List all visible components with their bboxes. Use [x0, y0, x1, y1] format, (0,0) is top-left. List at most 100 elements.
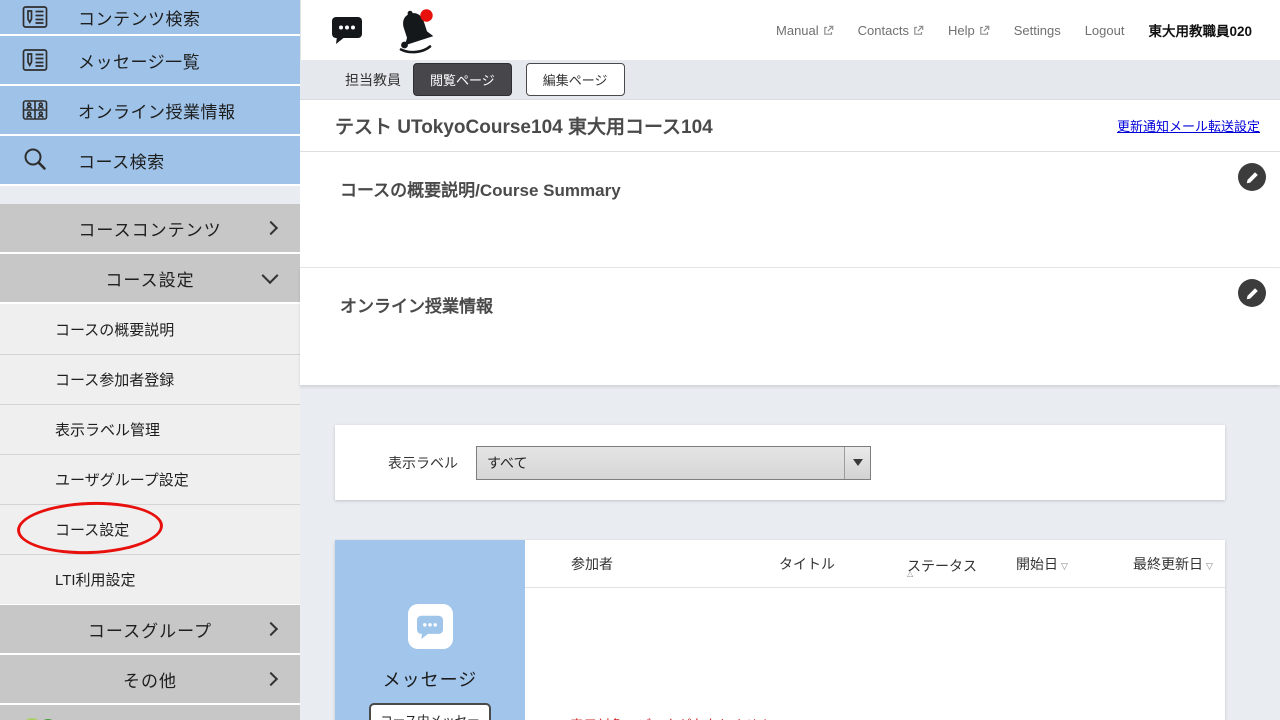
chevron-right-icon [264, 622, 278, 636]
contacts-link[interactable]: Contacts [858, 23, 924, 38]
subitem-label: コース参加者登録 [55, 369, 174, 390]
empty-list-message: 表示対象のデータが存在しません。 [570, 714, 786, 720]
sidebar-footer [0, 705, 300, 720]
message-table-header: 参加者 タイトル ステータス △ 開始日▽ 最終更新日▽ [525, 540, 1225, 588]
online-class-info-section: オンライン授業情報 [300, 268, 1280, 385]
chevron-right-icon [264, 221, 278, 235]
pencil-icon [1245, 170, 1260, 185]
sidebar-item-online-class-info[interactable]: オンライン授業情報 [0, 86, 300, 134]
main-content: Manual Contacts Help [300, 0, 1280, 720]
subitem-label: LTI利用設定 [55, 569, 136, 590]
sidebar-subitem-user-group-settings[interactable]: ユーザグループ設定 [0, 454, 300, 504]
edit-online-class-info-button[interactable] [1238, 279, 1266, 307]
dropdown-arrow-icon [844, 447, 870, 479]
news-icon [18, 2, 52, 32]
message-bubble-icon [408, 604, 453, 649]
last-updated-label: 最終更新日 [1133, 556, 1203, 572]
sort-ascending-icon[interactable]: △ [907, 569, 913, 578]
logout-link[interactable]: Logout [1085, 23, 1125, 38]
sidebar: コンテンツ検索 メッセージ一覧 [0, 0, 300, 720]
notification-bell-icon[interactable] [393, 6, 437, 59]
sidebar-subitem-course-summary[interactable]: コースの概要説明 [0, 304, 300, 354]
course-summary-section: コースの概要説明/Course Summary [300, 152, 1280, 268]
view-page-tab[interactable]: 閲覧ページ [413, 63, 512, 96]
subitem-label: 表示ラベル管理 [55, 419, 160, 440]
message-table: 参加者 タイトル ステータス △ 開始日▽ 最終更新日▽ 表示対象のデータが存在… [525, 540, 1225, 720]
contacts-label: Contacts [858, 23, 909, 38]
manual-link[interactable]: Manual [776, 23, 834, 38]
subitem-label: コース設定 [55, 519, 129, 540]
sidebar-item-content-search[interactable]: コンテンツ検索 [0, 0, 300, 34]
help-link[interactable]: Help [948, 23, 990, 38]
pencil-icon [1245, 286, 1260, 301]
sort-descending-icon: ▽ [1206, 561, 1213, 571]
sidebar-group-course-group[interactable]: コースグループ [0, 605, 300, 653]
itc-lms-screen: コンテンツ検索 メッセージ一覧 [0, 0, 1280, 720]
search-icon [18, 145, 52, 175]
manual-label: Manual [776, 23, 819, 38]
sidebar-subitem-lti-settings[interactable]: LTI利用設定 [0, 554, 300, 604]
lms-logo [20, 716, 64, 720]
column-start-date[interactable]: 開始日▽ [1016, 554, 1068, 574]
settings-label: Settings [1014, 23, 1061, 38]
sidebar-subitem-display-label-management[interactable]: 表示ラベル管理 [0, 404, 300, 454]
page-tabbar: 担当教員 閲覧ページ 編集ページ [300, 60, 1280, 100]
username: 東大用教職員020 [1148, 20, 1252, 40]
external-link-icon [979, 25, 990, 36]
subitem-label: ユーザグループ設定 [55, 469, 189, 490]
video-conference-icon [18, 95, 52, 125]
course-settings-submenu: コースの概要説明 コース参加者登録 表示ラベル管理 ユーザグループ設定 コース設… [0, 304, 300, 604]
sidebar-item-label: コンテンツ検索 [78, 5, 201, 30]
group-label: コース設定 [105, 266, 194, 291]
column-title[interactable]: タイトル [779, 554, 835, 574]
sidebar-subitem-participant-registration[interactable]: コース参加者登録 [0, 354, 300, 404]
course-message-button[interactable]: コース内メッセー [369, 703, 491, 720]
messages-icon[interactable] [331, 15, 363, 50]
message-list-card: メッセージ コース内メッセー 参加者 タイトル ステータス △ 開始日▽ 最終更… [335, 540, 1225, 720]
notification-dot [420, 9, 432, 21]
online-class-info-heading: オンライン授業情報 [300, 268, 1280, 317]
course-summary-heading: コースの概要説明/Course Summary [300, 152, 1280, 201]
select-value: すべて [477, 453, 527, 473]
sidebar-group-course-settings[interactable]: コース設定 [0, 254, 300, 302]
course-title: テスト UTokyoCourse104 東大用コース104 [335, 112, 713, 139]
header-links: Manual Contacts Help [776, 0, 1252, 60]
sort-descending-icon: ▽ [1061, 561, 1068, 571]
update-mail-forward-link[interactable]: 更新通知メール転送設定 [1117, 116, 1260, 135]
chevron-right-icon [264, 672, 278, 686]
display-label-filter-card: 表示ラベル すべて [335, 425, 1225, 500]
column-last-updated[interactable]: 最終更新日▽ [1133, 554, 1213, 574]
page-area: 表示ラベル すべて [300, 385, 1280, 720]
edit-course-summary-button[interactable] [1238, 163, 1266, 191]
edit-page-tab[interactable]: 編集ページ [526, 63, 625, 96]
sidebar-item-label: オンライン授業情報 [78, 98, 236, 123]
sidebar-group-others[interactable]: その他 [0, 655, 300, 703]
sidebar-spacer [0, 186, 300, 204]
chevron-down-icon [262, 267, 279, 284]
message-table-body: 表示対象のデータが存在しません。 [525, 588, 1225, 720]
message-widget: メッセージ コース内メッセー [335, 540, 525, 720]
column-status[interactable]: ステータス [907, 556, 977, 576]
display-label-label: 表示ラベル [388, 453, 458, 473]
sidebar-item-label: コース検索 [78, 148, 165, 173]
sidebar-subitem-course-settings[interactable]: コース設定 [0, 504, 300, 554]
topbar: Manual Contacts Help [300, 0, 1280, 60]
display-label-select[interactable]: すべて [476, 446, 871, 480]
group-label: その他 [123, 667, 177, 692]
sidebar-item-course-search[interactable]: コース検索 [0, 136, 300, 184]
help-label: Help [948, 23, 975, 38]
start-date-label: 開始日 [1016, 556, 1058, 572]
external-link-icon [913, 25, 924, 36]
sidebar-item-message-list[interactable]: メッセージ一覧 [0, 36, 300, 84]
column-participants[interactable]: 参加者 [571, 554, 613, 574]
message-widget-title: メッセージ [383, 666, 478, 692]
settings-link[interactable]: Settings [1014, 23, 1061, 38]
group-label: コースコンテンツ [78, 216, 221, 241]
sidebar-item-label: メッセージ一覧 [78, 48, 200, 73]
group-label: コースグループ [88, 617, 212, 642]
news-icon [18, 45, 52, 75]
external-link-icon [823, 25, 834, 36]
course-titlebar: テスト UTokyoCourse104 東大用コース104 更新通知メール転送設… [300, 100, 1280, 152]
logout-label: Logout [1085, 23, 1125, 38]
sidebar-group-course-contents[interactable]: コースコンテンツ [0, 204, 300, 252]
